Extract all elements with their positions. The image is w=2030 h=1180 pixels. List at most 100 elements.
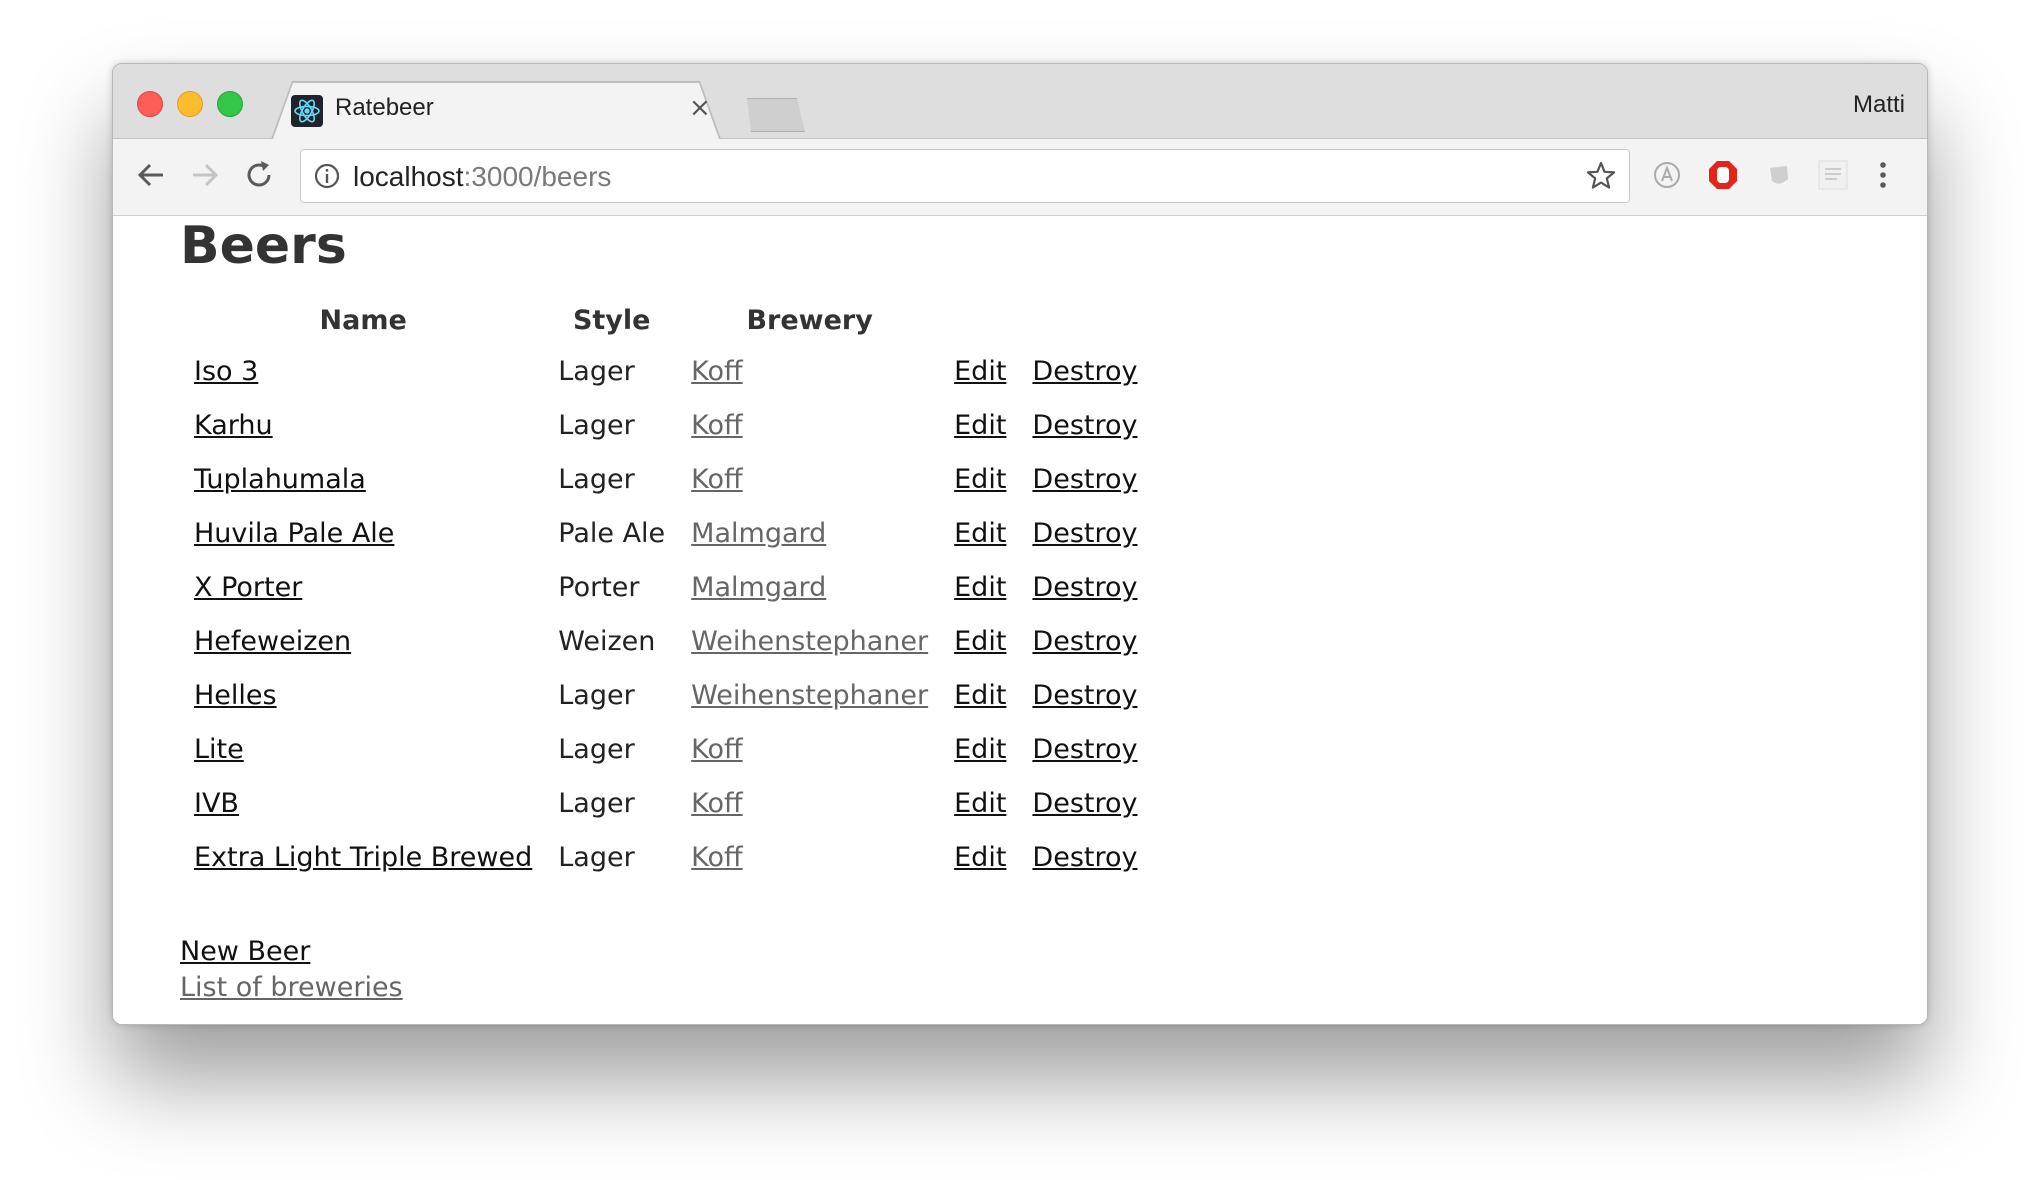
column-header-brewery: Brewery [746, 304, 873, 336]
edit-link[interactable]: Edit [954, 410, 1006, 441]
beer-name-link[interactable]: IVB [194, 788, 239, 819]
beer-name-link[interactable]: Karhu [194, 410, 273, 441]
brewery-link[interactable]: Koff [691, 410, 742, 441]
table-cell-brewery: Koff [678, 452, 941, 506]
tab-close-icon[interactable]: × [689, 93, 711, 123]
arrow-left-icon[interactable] [133, 157, 169, 193]
url-path: :3000/beers [463, 161, 612, 192]
address-bar[interactable]: localhost:3000/beers [300, 149, 1630, 203]
table-cell-edit: Edit [941, 344, 1019, 398]
edit-link[interactable]: Edit [954, 356, 1006, 387]
beer-style: Weizen [558, 625, 656, 657]
reload-icon[interactable] [241, 157, 277, 193]
beer-style: Lager [558, 355, 635, 387]
table-cell-destroy: Destroy [1019, 398, 1150, 452]
table-cell-name: Huvila Pale Ale [181, 506, 545, 560]
table-cell-style: Lager [545, 398, 678, 452]
edit-link[interactable]: Edit [954, 626, 1006, 657]
table-row: Extra Light Triple Brewed Lager Koff Edit De… [181, 830, 1150, 884]
destroy-link[interactable]: Destroy [1032, 788, 1137, 819]
destroy-link[interactable]: Destroy [1032, 356, 1137, 387]
star-icon[interactable] [1585, 160, 1617, 192]
table-row: Helles Lager Weihenstephaner Edit Destroy [181, 668, 1150, 722]
table-cell-style: Pale Ale [545, 506, 678, 560]
beer-name-link[interactable]: Iso 3 [194, 356, 258, 387]
edit-link[interactable]: Edit [954, 572, 1006, 603]
edit-link[interactable]: Edit [954, 464, 1006, 495]
table-row: Iso 3 Lager Koff Edit Destroy [181, 344, 1150, 398]
brewery-link[interactable]: Koff [691, 788, 742, 819]
brewery-link[interactable]: Weihenstephaner [691, 626, 928, 657]
arrow-right-icon[interactable] [187, 157, 223, 193]
list-of-breweries-link[interactable]: List of breweries [180, 970, 403, 1006]
brewery-link[interactable]: Malmgard [691, 572, 826, 603]
destroy-link[interactable]: Destroy [1032, 680, 1137, 711]
table-cell-style: Weizen [545, 614, 678, 668]
new-beer-link[interactable]: New Beer [180, 934, 403, 970]
brewery-link[interactable]: Koff [691, 356, 742, 387]
table-cell-destroy: Destroy [1019, 830, 1150, 884]
title-bar: Ratebeer × Matti [113, 64, 1927, 139]
beer-name-link[interactable]: Huvila Pale Ale [194, 518, 394, 549]
beer-name-link[interactable]: Extra Light Triple Brewed [194, 842, 532, 873]
table-cell-name: X Porter [181, 560, 545, 614]
table-cell-destroy: Destroy [1019, 344, 1150, 398]
destroy-link[interactable]: Destroy [1032, 410, 1137, 441]
zoom-window-button[interactable] [217, 91, 243, 117]
kebab-menu-icon[interactable] [1875, 159, 1891, 191]
destroy-link[interactable]: Destroy [1032, 734, 1137, 765]
edit-link[interactable]: Edit [954, 518, 1006, 549]
table-cell-edit: Edit [941, 452, 1019, 506]
shield-extension-icon[interactable] [1763, 159, 1795, 191]
column-header-destroy [1019, 296, 1150, 344]
column-header-style: Style [572, 304, 651, 336]
adblock-icon[interactable] [1707, 159, 1739, 191]
url-host: localhost [353, 161, 464, 192]
table-header-row: Name Style Brewery [181, 296, 1150, 344]
destroy-link[interactable]: Destroy [1032, 518, 1137, 549]
edit-link[interactable]: Edit [954, 680, 1006, 711]
beer-style: Pale Ale [558, 517, 666, 549]
beer-style: Porter [558, 571, 640, 603]
destroy-link[interactable]: Destroy [1032, 626, 1137, 657]
table-cell-brewery: Koff [678, 776, 941, 830]
edit-link[interactable]: Edit [954, 734, 1006, 765]
table-cell-destroy: Destroy [1019, 722, 1150, 776]
destroy-link[interactable]: Destroy [1032, 572, 1137, 603]
destroy-link[interactable]: Destroy [1032, 842, 1137, 873]
table-cell-style: Lager [545, 668, 678, 722]
brewery-link[interactable]: Koff [691, 842, 742, 873]
table-cell-destroy: Destroy [1019, 614, 1150, 668]
table-row: Huvila Pale Ale Pale Ale Malmgard Edit Destr… [181, 506, 1150, 560]
destroy-link[interactable]: Destroy [1032, 464, 1137, 495]
new-tab-button[interactable] [747, 98, 805, 132]
table-cell-edit: Edit [941, 722, 1019, 776]
beer-style: Lager [558, 787, 635, 819]
brewery-link[interactable]: Weihenstephaner [691, 680, 928, 711]
table-cell-brewery: Weihenstephaner [678, 614, 941, 668]
extension-a-icon[interactable] [1651, 159, 1683, 191]
beer-name-link[interactable]: X Porter [194, 572, 302, 603]
close-window-button[interactable] [137, 91, 163, 117]
url-text[interactable]: localhost:3000/beers [353, 161, 611, 193]
beer-name-link[interactable]: Tuplahumala [194, 464, 366, 495]
table-cell-edit: Edit [941, 614, 1019, 668]
edit-link[interactable]: Edit [954, 788, 1006, 819]
profile-name[interactable]: Matti [1853, 91, 1905, 119]
beer-name-link[interactable]: Lite [194, 734, 244, 765]
beer-name-link[interactable]: Hefeweizen [194, 626, 351, 657]
brewery-link[interactable]: Koff [691, 464, 742, 495]
table-row: Lite Lager Koff Edit Destroy [181, 722, 1150, 776]
edit-link[interactable]: Edit [954, 842, 1006, 873]
info-icon[interactable] [313, 162, 341, 190]
brewery-link[interactable]: Koff [691, 734, 742, 765]
table-cell-destroy: Destroy [1019, 776, 1150, 830]
react-favicon-icon [291, 95, 323, 127]
table-cell-name: Iso 3 [181, 344, 545, 398]
tab-title: Ratebeer [335, 94, 434, 121]
extension-page-icon[interactable] [1817, 159, 1849, 191]
table-cell-destroy: Destroy [1019, 560, 1150, 614]
brewery-link[interactable]: Malmgard [691, 518, 826, 549]
minimize-window-button[interactable] [177, 91, 203, 117]
beer-name-link[interactable]: Helles [194, 680, 277, 711]
